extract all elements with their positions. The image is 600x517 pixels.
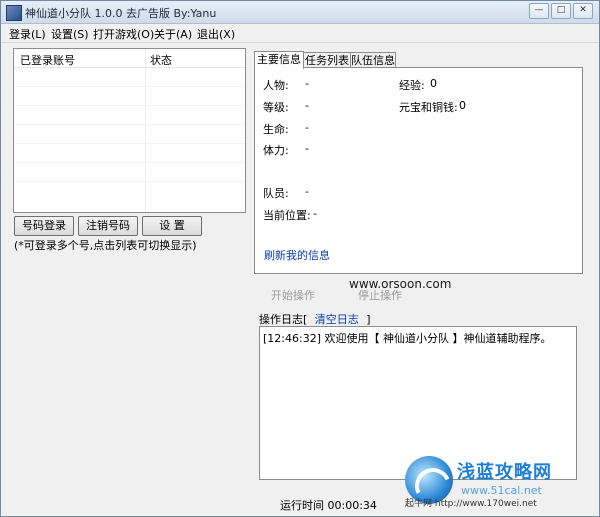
menu-open-game[interactable]: 打开游戏(O): [93, 26, 154, 42]
menu-bar: 登录(L) 设置(S) 打开游戏(O) 关于(A) 退出(X): [1, 24, 599, 43]
account-list-header: 已登录账号 状态: [14, 49, 245, 68]
refresh-info-link[interactable]: 刷新我的信息: [264, 247, 330, 263]
stamina-value: -: [305, 142, 309, 155]
members-value: -: [305, 185, 309, 198]
row-divider: [14, 86, 245, 87]
window-title: 神仙道小分队 1.0.0 去广告版 By:Yanu: [25, 7, 217, 20]
stamina-label: 体力:: [263, 144, 289, 157]
stop-operation-button[interactable]: 停止操作: [358, 287, 402, 303]
logout-button[interactable]: 注销号码: [78, 216, 138, 236]
main-info-panel: 人物: - 等级: - 生命: - 体力: - 队员: - 当前位置: - 经验…: [254, 67, 583, 274]
app-window: 神仙道小分队 1.0.0 去广告版 By:Yanu — □ ✕ 登录(L) 设置…: [0, 0, 600, 517]
exp-label: 经验:: [399, 79, 425, 92]
location-value: -: [313, 207, 317, 220]
menu-login[interactable]: 登录(L): [9, 26, 46, 42]
maximize-button[interactable]: □: [551, 3, 571, 19]
menu-exit[interactable]: 退出(X): [197, 26, 235, 42]
app-icon: [6, 5, 22, 21]
logo-tagline: 起牛网 http://www.170wei.net: [405, 499, 537, 509]
money-value: 0: [459, 99, 466, 112]
log-header: 操作日志[ 清空日志 ]: [259, 311, 371, 327]
menu-about[interactable]: 关于(A): [154, 26, 192, 42]
character-label: 人物:: [263, 79, 289, 92]
minimize-button[interactable]: —: [529, 3, 549, 19]
menu-settings[interactable]: 设置(S): [51, 26, 89, 42]
site-logo: 浅蓝攻略网 www.51cal.net 起牛网 http://www.170we…: [405, 454, 595, 514]
exp-value: 0: [430, 77, 437, 90]
column-header-account[interactable]: 已登录账号: [20, 52, 75, 68]
tab-task-list[interactable]: 任务列表: [302, 52, 352, 68]
location-label: 当前位置:: [263, 209, 311, 222]
clear-log-link[interactable]: 清空日志: [315, 313, 359, 326]
runtime-text: 运行时间 00:00:34: [280, 499, 377, 512]
close-button[interactable]: ✕: [573, 3, 593, 19]
account-list[interactable]: 已登录账号 状态: [13, 48, 246, 213]
log-bracket: ]: [366, 313, 371, 326]
tab-team-info[interactable]: 队伍信息: [350, 52, 396, 68]
row-divider: [14, 124, 245, 125]
settings-button[interactable]: 设 置: [142, 216, 202, 236]
level-label: 等级:: [263, 101, 289, 114]
row-divider: [14, 105, 245, 106]
row-divider: [14, 181, 245, 182]
column-divider: [145, 49, 146, 212]
row-divider: [14, 162, 245, 163]
row-divider: [14, 143, 245, 144]
hp-label: 生命:: [263, 123, 289, 136]
level-value: -: [305, 99, 309, 112]
tab-main-info[interactable]: 主要信息: [254, 51, 304, 69]
money-label: 元宝和铜钱:: [399, 101, 458, 114]
start-operation-button[interactable]: 开始操作: [271, 287, 315, 303]
members-label: 队员:: [263, 187, 289, 200]
login-button[interactable]: 号码登录: [14, 216, 74, 236]
hint-text: (*可登录多个号,点击列表可切换显示): [14, 239, 197, 252]
title-bar[interactable]: 神仙道小分队 1.0.0 去广告版 By:Yanu — □ ✕: [1, 1, 599, 24]
character-value: -: [305, 77, 309, 90]
column-header-status[interactable]: 状态: [150, 52, 172, 68]
hp-value: -: [305, 121, 309, 134]
log-label: 操作日志[: [259, 313, 308, 326]
log-line: [12:46:32] 欢迎使用【 神仙道小分队 】神仙道辅助程序。: [263, 332, 552, 345]
logo-title: 浅蓝攻略网: [457, 462, 552, 483]
